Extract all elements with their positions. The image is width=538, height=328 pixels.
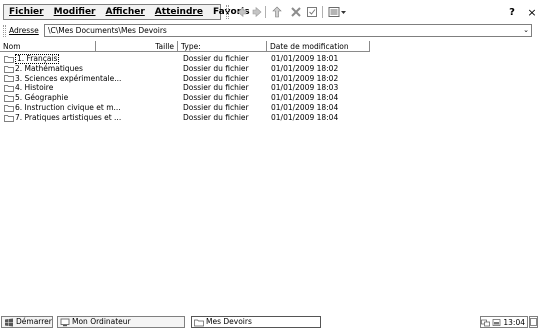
help-button[interactable]: ?	[505, 6, 519, 18]
address-value: \C\Mes Documents\Mes Devoirs	[48, 26, 167, 35]
computer-icon	[60, 318, 70, 326]
views-icon[interactable]	[328, 6, 348, 18]
column-type-label: Type:	[181, 42, 201, 51]
file-name: 1. Français	[15, 54, 60, 64]
address-grip[interactable]	[3, 25, 6, 37]
column-name-label: Nom	[3, 42, 21, 51]
file-type: Dossier du fichier	[183, 73, 249, 83]
windows-flag-icon	[5, 318, 13, 326]
folder-icon	[4, 75, 14, 83]
file-date: 01/01/2009 18:04	[271, 93, 339, 103]
header-rule	[0, 51, 370, 52]
address-input[interactable]: \C\Mes Documents\Mes Devoirs ⌄	[44, 24, 532, 37]
toolbar-grip[interactable]	[226, 5, 229, 19]
file-name: 3. Sciences expérimentale...	[15, 73, 122, 83]
network-icon[interactable]	[481, 318, 491, 327]
menu-bar: Fichier Modifier Afficher Atteindre Favo…	[0, 0, 538, 22]
menu-fichier[interactable]: Fichier	[4, 7, 49, 17]
folder-icon	[4, 114, 14, 122]
task-mes-devoirs[interactable]: Mes Devoirs	[191, 316, 321, 328]
task-mon-ordinateur[interactable]: Mon Ordinateur	[57, 316, 185, 328]
file-list: 1. Français Dossier du fichier 01/01/200…	[0, 54, 538, 123]
list-item[interactable]: 2. Mathématiques Dossier du fichier 01/0…	[0, 64, 538, 74]
list-item[interactable]: 6. Instruction civique et m... Dossier d…	[0, 103, 538, 113]
start-label: Démarrer	[16, 317, 52, 326]
delete-icon[interactable]	[290, 6, 302, 18]
file-date: 01/01/2009 18:02	[271, 73, 339, 83]
clock[interactable]: 13:04	[503, 318, 525, 327]
battery-icon[interactable]	[492, 318, 501, 327]
list-item[interactable]: 4. Histoire Dossier du fichier 01/01/200…	[0, 83, 538, 93]
file-type: Dossier du fichier	[183, 102, 249, 112]
list-item[interactable]: 5. Géographie Dossier du fichier 01/01/2…	[0, 93, 538, 103]
file-date: 01/01/2009 18:04	[271, 112, 339, 122]
help-label: ?	[509, 6, 515, 18]
list-item[interactable]: 7. Pratiques artistiques et ... Dossier …	[0, 113, 538, 123]
up-folder-icon[interactable]	[271, 6, 283, 18]
file-name: 7. Pratiques artistiques et ...	[15, 112, 122, 122]
address-bar: Adresse \C\Mes Documents\Mes Devoirs ⌄	[0, 24, 538, 38]
folder-icon	[194, 319, 204, 326]
menu-modifier[interactable]: Modifier	[49, 7, 101, 17]
close-icon: ×	[527, 5, 537, 19]
folder-icon	[4, 56, 14, 63]
task-label: Mes Devoirs	[206, 317, 252, 326]
file-name: 5. Géographie	[15, 93, 69, 103]
column-header: Nom Taille Type: Date de modification	[0, 41, 538, 52]
list-item[interactable]: 1. Français Dossier du fichier 01/01/200…	[0, 54, 538, 64]
file-name: 6. Instruction civique et m...	[15, 102, 121, 112]
system-tray: 13:04	[480, 316, 528, 328]
back-icon[interactable]	[236, 6, 248, 18]
close-button[interactable]: ×	[526, 5, 538, 19]
column-date-label: Date de modification	[270, 42, 349, 51]
toolbar-separator	[322, 6, 323, 18]
file-date: 01/01/2009 18:03	[271, 83, 339, 93]
file-type: Dossier du fichier	[183, 93, 249, 103]
folder-icon	[4, 65, 14, 73]
file-name: 2. Mathématiques	[15, 63, 83, 73]
menu-atteindre[interactable]: Atteindre	[150, 7, 208, 17]
file-type: Dossier du fichier	[183, 54, 249, 63]
folder-icon	[4, 85, 14, 93]
taskbar: Démarrer Mon Ordinateur Mes Devoirs 13:0…	[0, 314, 538, 328]
forward-icon[interactable]	[251, 6, 263, 18]
start-button[interactable]: Démarrer	[1, 316, 53, 328]
chevron-down-icon[interactable]: ⌄	[521, 25, 531, 36]
menu-afficher[interactable]: Afficher	[101, 7, 150, 17]
file-name: 4. Histoire	[15, 83, 54, 93]
task-label: Mon Ordinateur	[72, 317, 131, 326]
column-size-label: Taille	[155, 42, 174, 51]
show-desktop-icon[interactable]	[529, 316, 538, 328]
address-label: Adresse	[9, 26, 39, 35]
folder-icon	[4, 105, 14, 112]
file-type: Dossier du fichier	[183, 112, 249, 122]
file-date: 01/01/2009 18:04	[271, 102, 339, 112]
folder-icon	[4, 95, 14, 102]
file-type: Dossier du fichier	[183, 83, 249, 93]
menu-strip: Fichier Modifier Afficher Atteindre Favo…	[3, 4, 250, 20]
file-date: 01/01/2009 18:01	[271, 54, 339, 63]
list-item[interactable]: 3. Sciences expérimentale... Dossier du …	[0, 74, 538, 84]
toolbar-separator	[265, 6, 266, 18]
file-date: 01/01/2009 18:02	[271, 63, 339, 73]
properties-icon[interactable]	[306, 6, 318, 18]
file-type: Dossier du fichier	[183, 63, 249, 73]
